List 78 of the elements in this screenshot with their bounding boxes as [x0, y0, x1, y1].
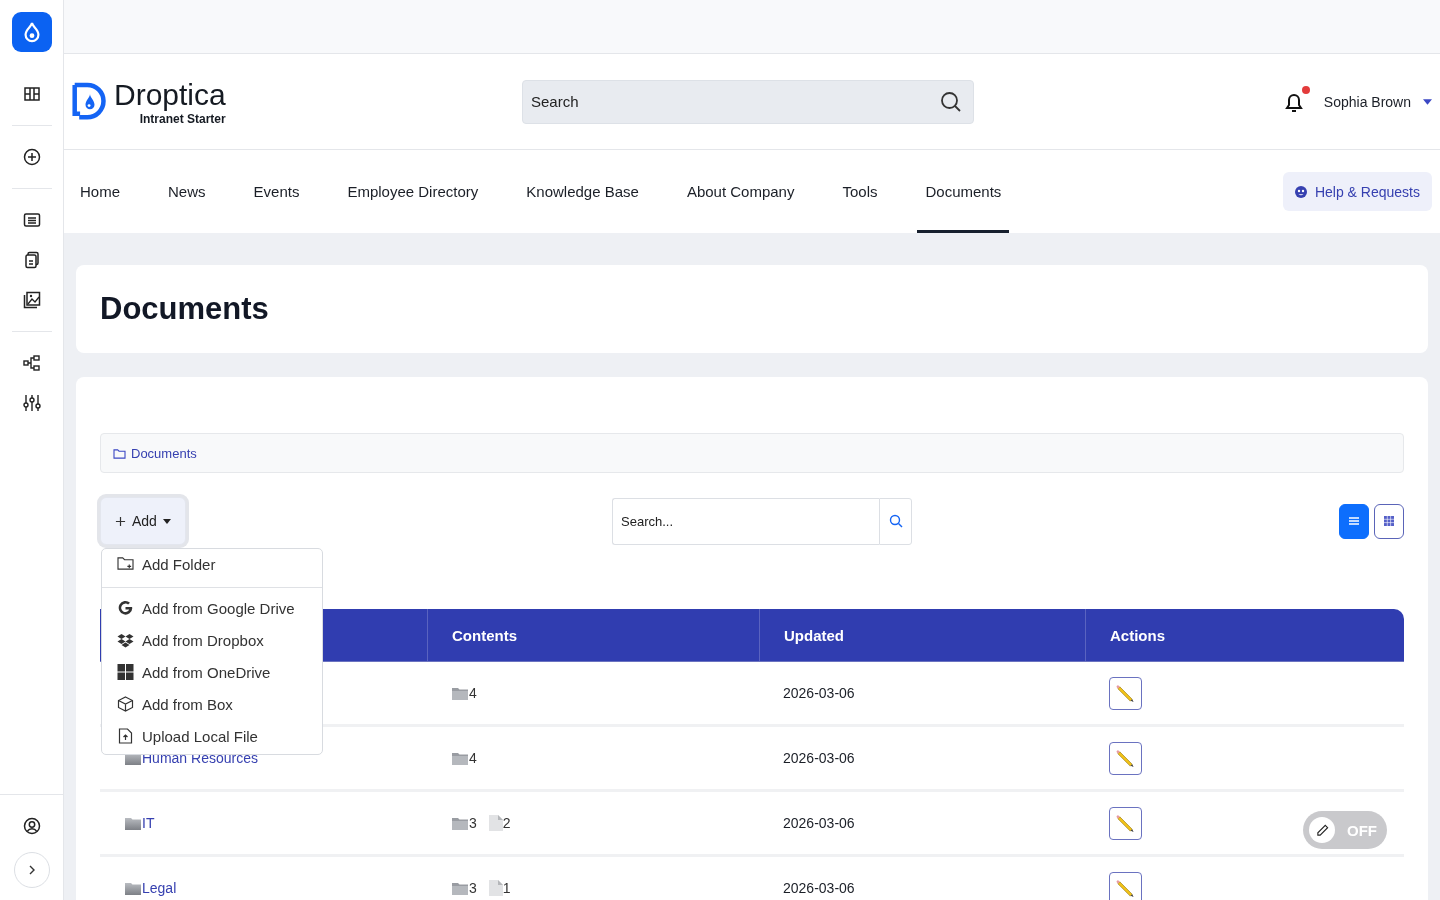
folder-icon [124, 880, 142, 896]
file-search-field[interactable]: Search... [612, 497, 879, 545]
updated-date: 2026-03-06 [783, 750, 855, 766]
nav-tab[interactable]: Tools [834, 150, 886, 233]
nav-tab[interactable]: Documents [917, 150, 1010, 233]
updated-date: 2026-03-06 [783, 815, 855, 831]
nav-tab[interactable]: News [160, 150, 214, 233]
nav-tab[interactable]: Home [72, 150, 128, 233]
documents-icon[interactable] [22, 251, 41, 269]
hierarchy-icon[interactable] [22, 354, 41, 372]
dropbox-icon[interactable] [117, 632, 134, 648]
folder-icon [451, 750, 469, 766]
folder-icon [451, 880, 469, 896]
column-header: Updated [759, 609, 1085, 661]
folder-count: 4 [469, 685, 477, 701]
edit-button[interactable] [1109, 741, 1142, 775]
menu-item[interactable]: Add from Box [102, 688, 322, 720]
search-icon[interactable] [940, 90, 962, 113]
nav-tab[interactable]: Employee Directory [339, 150, 487, 233]
folder-count: 3 [469, 880, 477, 896]
user-menu[interactable]: Sophia Brown [1323, 93, 1432, 110]
column-header: Contents [427, 609, 759, 661]
folder-link[interactable]: Legal [142, 880, 177, 896]
menu-item[interactable]: Add from OneDrive [102, 656, 322, 688]
sliders-icon[interactable] [22, 394, 41, 412]
menu-item[interactable]: Add from Google Drive [102, 592, 322, 624]
file-upload-icon[interactable] [117, 728, 134, 744]
folder-icon [124, 815, 142, 831]
add-button[interactable]: Add [100, 497, 186, 545]
folder-plus-icon[interactable] [117, 556, 134, 571]
drupal-logo-icon[interactable] [11, 12, 52, 52]
folder-icon [451, 685, 469, 701]
folder-icon [451, 815, 469, 831]
nav-tab[interactable]: Events [245, 150, 308, 233]
plus-icon[interactable] [115, 515, 126, 527]
layout-icon[interactable] [22, 85, 41, 103]
droptica-logo-icon[interactable] [72, 81, 108, 122]
grid-icon[interactable] [1384, 516, 1394, 526]
brand-tagline: Intranet Starter [139, 111, 226, 126]
file-icon [488, 880, 503, 896]
edit-button[interactable] [1109, 806, 1142, 840]
smiley-icon[interactable] [1294, 185, 1307, 198]
user-icon[interactable] [22, 817, 41, 835]
folder-count: 3 [469, 815, 477, 831]
list-icon[interactable] [22, 211, 41, 229]
pencil-icon[interactable] [1315, 823, 1329, 837]
four-squares-icon[interactable] [117, 664, 134, 680]
caret-icon[interactable] [1423, 98, 1432, 105]
menu-item[interactable]: Add from Dropbox [102, 624, 322, 656]
nav-tab[interactable]: About Company [678, 150, 803, 233]
brand-name: Droptica [114, 77, 226, 112]
search-icon[interactable] [888, 514, 903, 528]
menu-item[interactable]: Add Folder [102, 553, 322, 581]
column-header: Actions [1085, 609, 1404, 661]
search-field[interactable]: Search [522, 79, 974, 124]
cube-icon[interactable] [117, 696, 134, 712]
caret-icon[interactable] [162, 518, 171, 524]
menu-item[interactable]: Upload Local File [102, 720, 322, 752]
search-button[interactable] [879, 497, 912, 545]
breadcrumb-link[interactable]: Documents [113, 445, 197, 461]
file-count: 2 [502, 815, 511, 831]
file-count: 1 [502, 880, 511, 896]
image-icon[interactable] [22, 291, 41, 309]
updated-date: 2026-03-06 [783, 880, 855, 896]
list-view-button[interactable] [1339, 503, 1369, 539]
grid-view-button[interactable] [1374, 503, 1404, 539]
edit-button[interactable] [1109, 676, 1142, 710]
edit-button[interactable] [1109, 871, 1142, 900]
folder-icon[interactable] [113, 447, 126, 459]
help-requests-button[interactable]: Help & Requests [1282, 172, 1432, 211]
folder-link[interactable]: IT [142, 815, 155, 831]
updated-date: 2026-03-06 [783, 685, 855, 701]
folder-count: 4 [469, 750, 477, 766]
nav-tab[interactable]: Knowledge Base [518, 150, 647, 233]
file-icon [488, 815, 503, 831]
page-title: Documents [100, 291, 269, 327]
add-circle-icon[interactable] [22, 148, 41, 166]
google-icon[interactable] [117, 600, 134, 616]
